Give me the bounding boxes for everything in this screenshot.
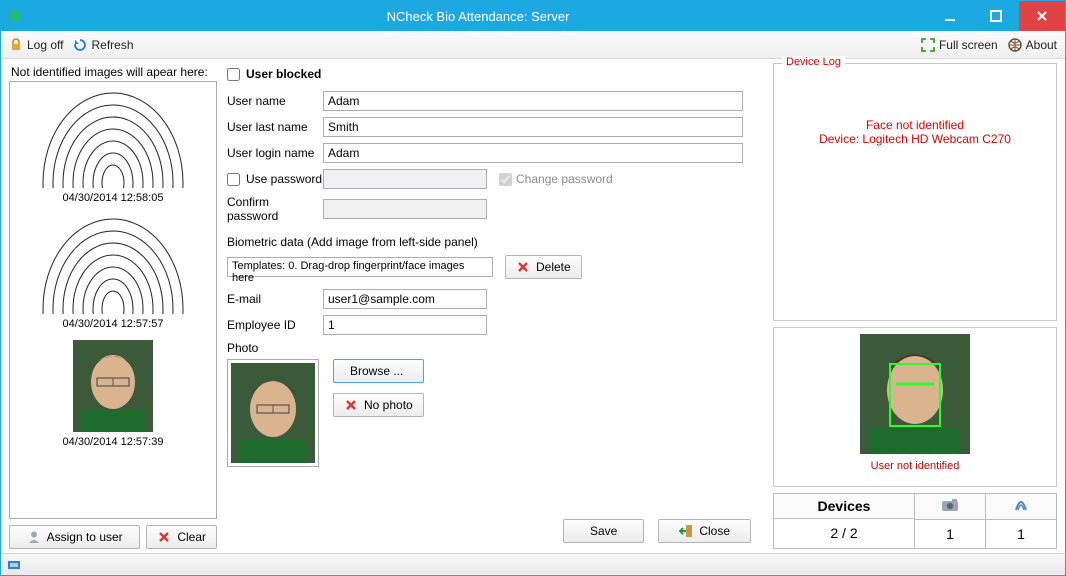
- logoff-button[interactable]: Log off: [9, 38, 63, 52]
- unidentified-list[interactable]: 04/30/2014 12:58:05 04/30/2014 12:57:57: [9, 81, 217, 519]
- confirm-password-label: Confirm password: [227, 195, 323, 223]
- assign-to-user-button[interactable]: Assign to user: [9, 525, 140, 549]
- x-icon: [157, 530, 171, 544]
- camera-header-icon: [915, 494, 985, 520]
- fingerprint-icon: [38, 214, 188, 314]
- user-name-input[interactable]: [323, 91, 743, 111]
- devices-value: 2 / 2: [774, 519, 914, 547]
- save-label: Save: [590, 524, 617, 538]
- user-form: User blocked User name User last name Us…: [223, 63, 767, 549]
- form-close-button[interactable]: Close: [658, 519, 751, 543]
- user-icon: [27, 530, 41, 544]
- thumb-timestamp: 04/30/2014 12:58:05: [12, 192, 214, 204]
- lock-icon: [9, 38, 23, 52]
- door-arrow-icon: [679, 524, 693, 538]
- thumb-timestamp: 04/30/2014 12:57:39: [12, 436, 214, 448]
- biometric-dropzone[interactable]: Templates: 0. Drag-drop fingerprint/face…: [227, 257, 493, 277]
- no-photo-label: No photo: [364, 398, 413, 412]
- delete-label: Delete: [536, 260, 571, 274]
- x-icon: [516, 260, 530, 274]
- face-photo-icon: [231, 363, 315, 463]
- fullscreen-icon: [921, 38, 935, 52]
- thumb-timestamp: 04/30/2014 12:57:57: [12, 318, 214, 330]
- camera-count: 1: [915, 520, 985, 548]
- log-line: Face not identified: [782, 118, 1048, 132]
- change-password-label: Change password: [516, 172, 613, 186]
- app-icon: [7, 8, 23, 24]
- fullscreen-button[interactable]: Full screen: [921, 38, 998, 52]
- logoff-label: Log off: [27, 38, 63, 52]
- save-button[interactable]: Save: [563, 519, 644, 543]
- device-log-title: Device Log: [782, 56, 845, 68]
- devices-header: Devices: [774, 494, 914, 519]
- minimize-button[interactable]: [927, 1, 973, 31]
- assign-label: Assign to user: [47, 530, 123, 544]
- list-item[interactable]: 04/30/2014 12:57:57: [12, 214, 214, 330]
- close-label: Close: [699, 524, 730, 538]
- status-icon: [7, 558, 21, 572]
- fullscreen-label: Full screen: [939, 38, 998, 52]
- browse-label: Browse ...: [350, 364, 403, 378]
- last-name-label: User last name: [227, 120, 323, 134]
- about-button[interactable]: About: [1008, 38, 1057, 52]
- app-window: NCheck Bio Attendance: Server Log off Re…: [0, 0, 1066, 576]
- last-name-input[interactable]: [323, 117, 743, 137]
- user-blocked-checkbox[interactable]: [227, 68, 240, 81]
- device-log-box: Device Log Face not identified Device: L…: [773, 63, 1057, 321]
- camera-preview-image: [860, 334, 970, 454]
- fingerprint-header-icon: [986, 494, 1056, 520]
- email-input[interactable]: [323, 289, 487, 309]
- user-name-label: User name: [227, 94, 323, 108]
- employee-id-input[interactable]: [323, 315, 487, 335]
- change-password-checkbox: [499, 173, 512, 186]
- about-label: About: [1026, 38, 1057, 52]
- maximize-button[interactable]: [973, 1, 1019, 31]
- clear-button[interactable]: Clear: [146, 525, 217, 549]
- browse-photo-button[interactable]: Browse ...: [333, 359, 424, 383]
- no-photo-button[interactable]: No photo: [333, 393, 424, 417]
- user-blocked-label: User blocked: [246, 67, 321, 81]
- fingerprint-icon: [38, 88, 188, 188]
- unidentified-header: Not identified images will apear here:: [9, 63, 217, 81]
- preview-caption: User not identified: [871, 460, 960, 472]
- refresh-button[interactable]: Refresh: [73, 38, 133, 52]
- globe-icon: [1008, 38, 1022, 52]
- use-password-label: Use password: [246, 172, 322, 186]
- email-label: E-mail: [227, 292, 323, 306]
- photo-preview: [227, 359, 319, 467]
- face-thumb-icon: [73, 340, 153, 432]
- list-item[interactable]: 04/30/2014 12:58:05: [12, 88, 214, 204]
- camera-preview-box: User not identified: [773, 327, 1057, 487]
- title-bar: NCheck Bio Attendance: Server: [1, 1, 1065, 31]
- refresh-label: Refresh: [91, 38, 133, 52]
- window-title: NCheck Bio Attendance: Server: [29, 9, 927, 24]
- close-window-button[interactable]: [1019, 1, 1065, 31]
- photo-label: Photo: [227, 341, 757, 355]
- password-input: [323, 169, 487, 189]
- biometric-header: Biometric data (Add image from left-side…: [227, 235, 757, 249]
- use-password-checkbox[interactable]: [227, 173, 240, 186]
- main-toolbar: Log off Refresh Full screen About: [1, 31, 1065, 59]
- fingerprint-count: 1: [986, 520, 1056, 548]
- log-line: Device: Logitech HD Webcam C270: [782, 132, 1048, 146]
- login-name-label: User login name: [227, 146, 323, 160]
- confirm-password-input: [323, 199, 487, 219]
- status-bar: [1, 553, 1065, 575]
- devices-table: Devices 2 / 2 1 1: [773, 493, 1057, 549]
- right-panel: Device Log Face not identified Device: L…: [773, 63, 1057, 549]
- login-name-input[interactable]: [323, 143, 743, 163]
- delete-biometric-button[interactable]: Delete: [505, 255, 582, 279]
- refresh-icon: [73, 38, 87, 52]
- unidentified-panel: Not identified images will apear here: 0…: [9, 63, 217, 549]
- x-icon: [344, 398, 358, 412]
- list-item[interactable]: 04/30/2014 12:57:39: [12, 340, 214, 448]
- employee-id-label: Employee ID: [227, 318, 323, 332]
- clear-label: Clear: [177, 530, 206, 544]
